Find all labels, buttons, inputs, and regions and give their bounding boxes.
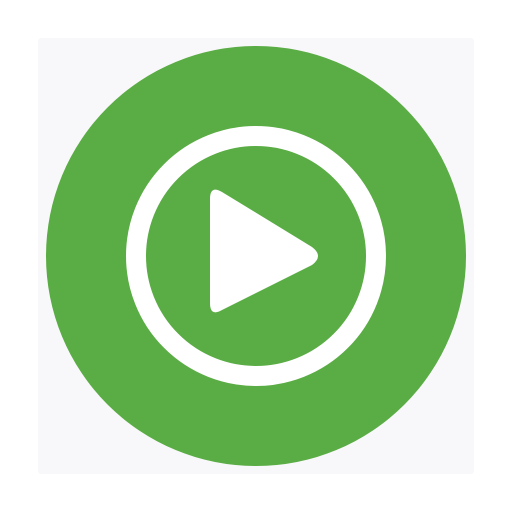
- play-circle-icon[interactable]: [0, 0, 512, 512]
